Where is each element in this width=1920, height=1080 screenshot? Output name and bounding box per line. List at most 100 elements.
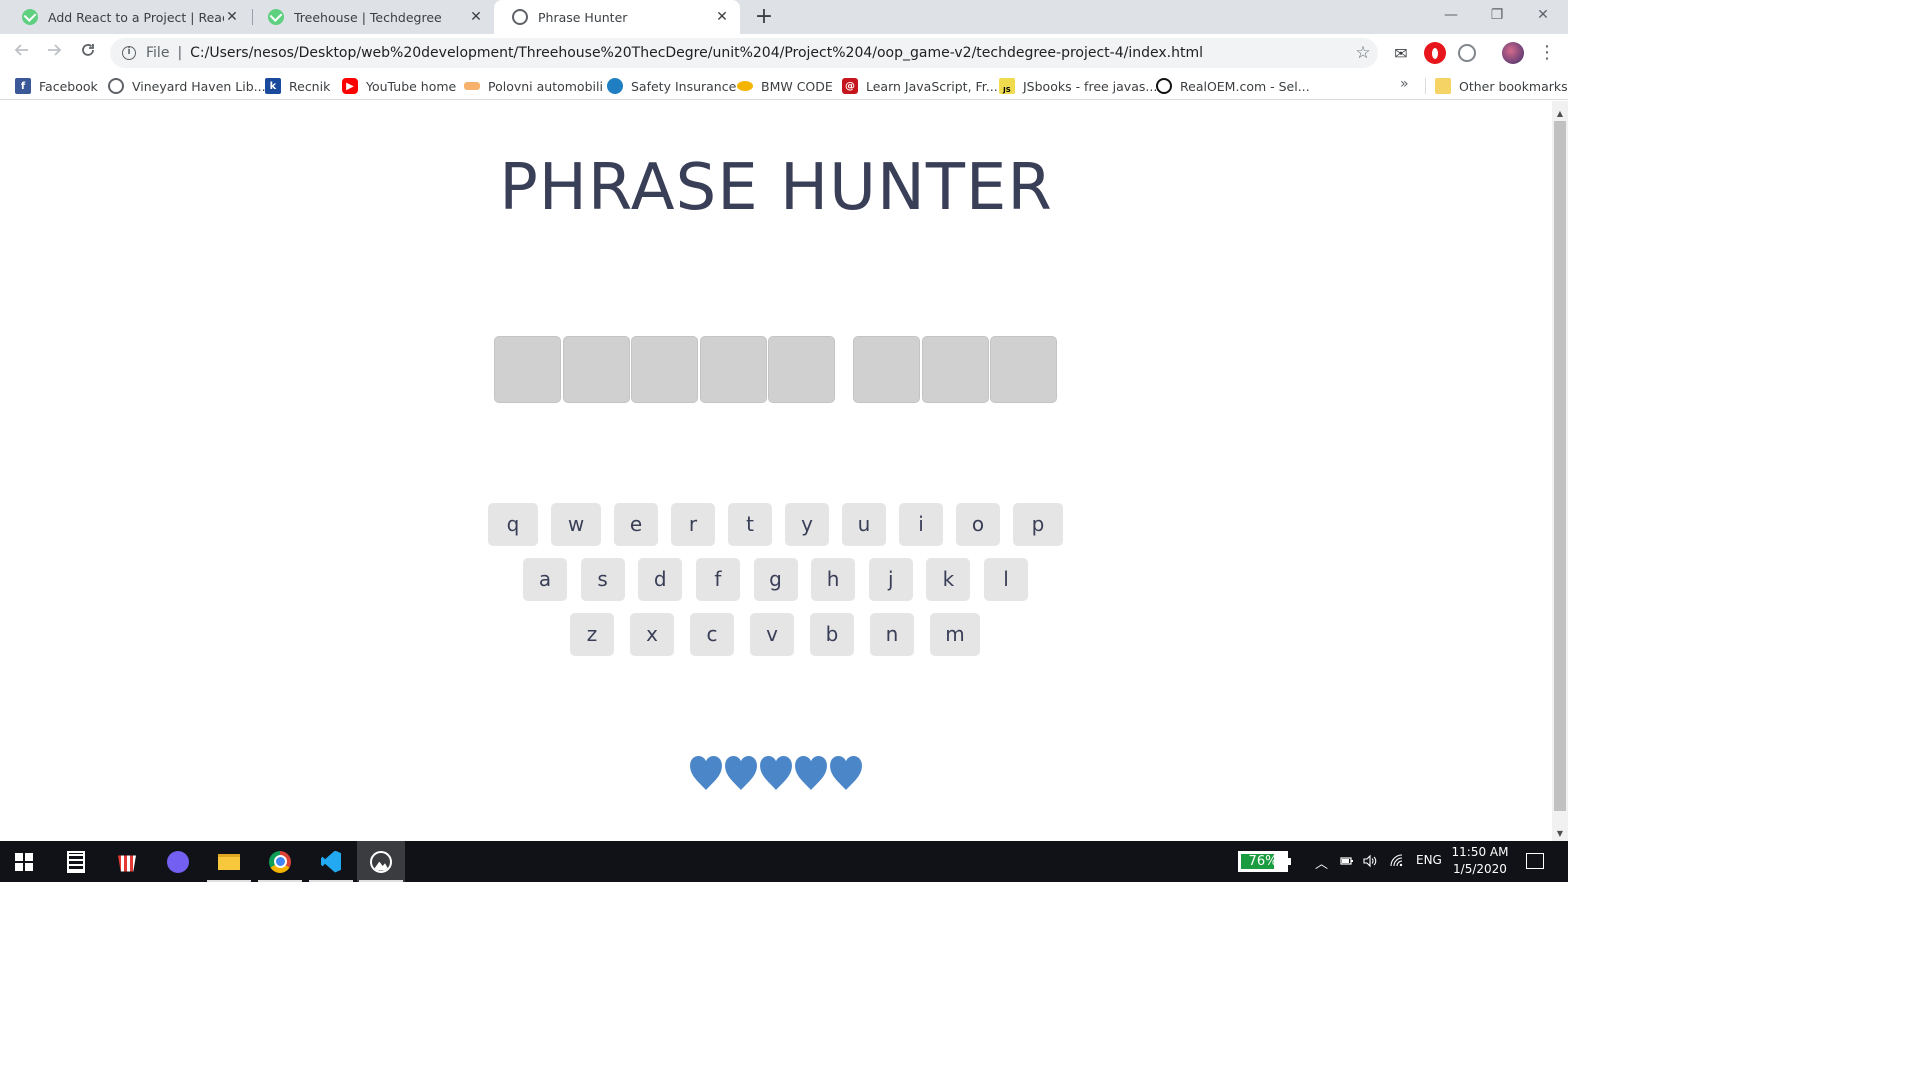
taskbar-file-explorer[interactable]	[205, 841, 253, 882]
tab-close-icon[interactable]: ✕	[714, 9, 730, 25]
key-f[interactable]: f	[695, 558, 740, 601]
reload-icon	[82, 44, 94, 56]
new-tab-button[interactable]: +	[752, 3, 776, 31]
url-text[interactable]: C:/Users/nesos/Desktop/web%20development…	[190, 45, 1348, 61]
minimize-button[interactable]: —	[1428, 0, 1474, 30]
key-s[interactable]: s	[580, 558, 625, 601]
bookmark-facebook[interactable]: f Facebook	[15, 77, 98, 95]
wifi-icon[interactable]	[1390, 854, 1404, 868]
key-l[interactable]: l	[984, 558, 1028, 601]
profile-avatar[interactable]	[1502, 42, 1524, 64]
scroll-thumb[interactable]	[1554, 121, 1566, 811]
car-icon	[464, 82, 480, 90]
tab-phrase-hunter[interactable]: Phrase Hunter ✕	[494, 0, 740, 34]
page-scrollbar[interactable]: ▲ ▼	[1552, 101, 1568, 841]
bookmarks-overflow-button[interactable]: »	[1400, 76, 1409, 92]
bookmark-star-icon[interactable]: ☆	[1348, 43, 1378, 63]
reload-button[interactable]	[74, 39, 102, 67]
bookmark-learn-javascript[interactable]: @ Learn JavaScript, Fr...	[842, 77, 998, 95]
tab-close-icon[interactable]: ✕	[468, 9, 484, 25]
key-h[interactable]: h	[811, 558, 856, 601]
js-icon: JS	[999, 78, 1015, 94]
key-v[interactable]: v	[750, 613, 794, 656]
treehouse-icon	[22, 9, 38, 25]
key-g[interactable]: g	[753, 558, 798, 601]
bookmark-realoem[interactable]: RealOEM.com - Sel...	[1156, 77, 1310, 95]
power-icon[interactable]	[1340, 854, 1354, 868]
restore-button[interactable]: ❐	[1474, 0, 1520, 30]
key-o[interactable]: o	[956, 503, 1000, 546]
key-p[interactable]: p	[1013, 503, 1063, 546]
action-center-icon[interactable]	[1526, 853, 1544, 869]
key-t[interactable]: t	[728, 503, 772, 546]
popcorn-icon	[118, 855, 136, 872]
start-button[interactable]	[0, 841, 48, 882]
key-y[interactable]: y	[785, 503, 829, 546]
mail-extension-icon[interactable]: ✉	[1390, 42, 1412, 64]
bookmark-label: JSbooks - free javas...	[1023, 78, 1158, 94]
info-icon[interactable]: i	[122, 46, 136, 60]
bookmark-polovni-automobili[interactable]: Polovni automobili	[464, 77, 603, 95]
taskbar-vscode[interactable]	[307, 841, 355, 882]
taskbar-chrome[interactable]	[256, 841, 304, 882]
key-e[interactable]: e	[614, 503, 658, 546]
bookmark-youtube-home[interactable]: ▶ YouTube home	[342, 77, 456, 95]
learn-icon: @	[842, 78, 858, 94]
key-n[interactable]: n	[870, 613, 914, 656]
key-j[interactable]: j	[868, 558, 913, 601]
address-bar[interactable]: i File | C:/Users/nesos/Desktop/web%20de…	[110, 38, 1378, 68]
battery-tip	[1288, 858, 1291, 865]
key-b[interactable]: b	[810, 613, 854, 656]
scroll-up-arrow-icon[interactable]: ▲	[1552, 107, 1568, 121]
key-z[interactable]: z	[570, 613, 614, 656]
extension-circle-icon[interactable]	[1456, 42, 1478, 64]
key-i[interactable]: i	[899, 503, 943, 546]
battery-indicator[interactable]: 76%	[1238, 851, 1288, 872]
other-bookmarks-label: Other bookmarks	[1459, 78, 1568, 94]
close-window-button[interactable]: ✕	[1520, 0, 1566, 30]
key-w[interactable]: w	[551, 503, 601, 546]
battery-percent: 76%	[1248, 854, 1278, 869]
taskbar-popcorn[interactable]	[103, 841, 151, 882]
bookmark-vineyard-haven[interactable]: Vineyard Haven Lib...	[108, 77, 266, 95]
show-hidden-icons-icon[interactable]: ︿	[1315, 853, 1328, 872]
key-m[interactable]: m	[930, 613, 980, 656]
back-button[interactable]	[8, 39, 36, 67]
key-q[interactable]: q	[488, 503, 538, 546]
taskbar-calculator[interactable]	[52, 841, 100, 882]
key-u[interactable]: u	[842, 503, 886, 546]
taskbar-photo-app[interactable]	[357, 841, 405, 882]
tab-add-react[interactable]: Add React to a Project | React Ba ✕	[4, 0, 250, 34]
key-k[interactable]: k	[926, 558, 971, 601]
browser-menu-icon[interactable]: ⋮	[1538, 40, 1556, 66]
hidden-letter-tile	[631, 336, 698, 403]
key-x[interactable]: x	[630, 613, 674, 656]
windows-taskbar: 76% ︿ ENG 11:50 AM 1/5/2020	[0, 841, 1568, 882]
k-icon: k	[265, 78, 281, 94]
bookmark-bmw-code[interactable]: BMW CODE	[737, 77, 833, 95]
file-scheme-label: File	[146, 45, 170, 61]
globe-icon	[512, 9, 528, 25]
bookmark-jsbooks[interactable]: JS JSbooks - free javas...	[999, 77, 1157, 95]
key-c[interactable]: c	[690, 613, 734, 656]
key-r[interactable]: r	[671, 503, 715, 546]
volume-icon[interactable]	[1363, 854, 1377, 868]
taskbar-viber[interactable]	[154, 841, 202, 882]
bookmark-safety-insurance[interactable]: Safety Insurance	[607, 77, 736, 95]
chrome-icon	[269, 850, 291, 873]
viber-icon	[167, 850, 189, 873]
language-indicator[interactable]: ENG	[1416, 853, 1442, 867]
forward-button[interactable]	[40, 39, 68, 67]
tab-treehouse-techdegree[interactable]: Treehouse | Techdegree ✕	[250, 0, 494, 34]
scroll-down-arrow-icon[interactable]: ▼	[1552, 827, 1568, 841]
bookmark-label: Safety Insurance	[631, 78, 737, 94]
other-bookmarks[interactable]: Other bookmarks	[1435, 77, 1568, 95]
system-clock[interactable]: 11:50 AM 1/5/2020	[1440, 844, 1520, 878]
bookmark-recnik[interactable]: k Recnik	[265, 77, 330, 95]
heart-life-icon	[830, 756, 862, 790]
opera-extension-icon[interactable]	[1424, 42, 1446, 64]
tab-close-icon[interactable]: ✕	[224, 9, 240, 25]
treehouse-icon	[268, 9, 284, 25]
key-d[interactable]: d	[638, 558, 683, 601]
key-a[interactable]: a	[523, 558, 567, 601]
